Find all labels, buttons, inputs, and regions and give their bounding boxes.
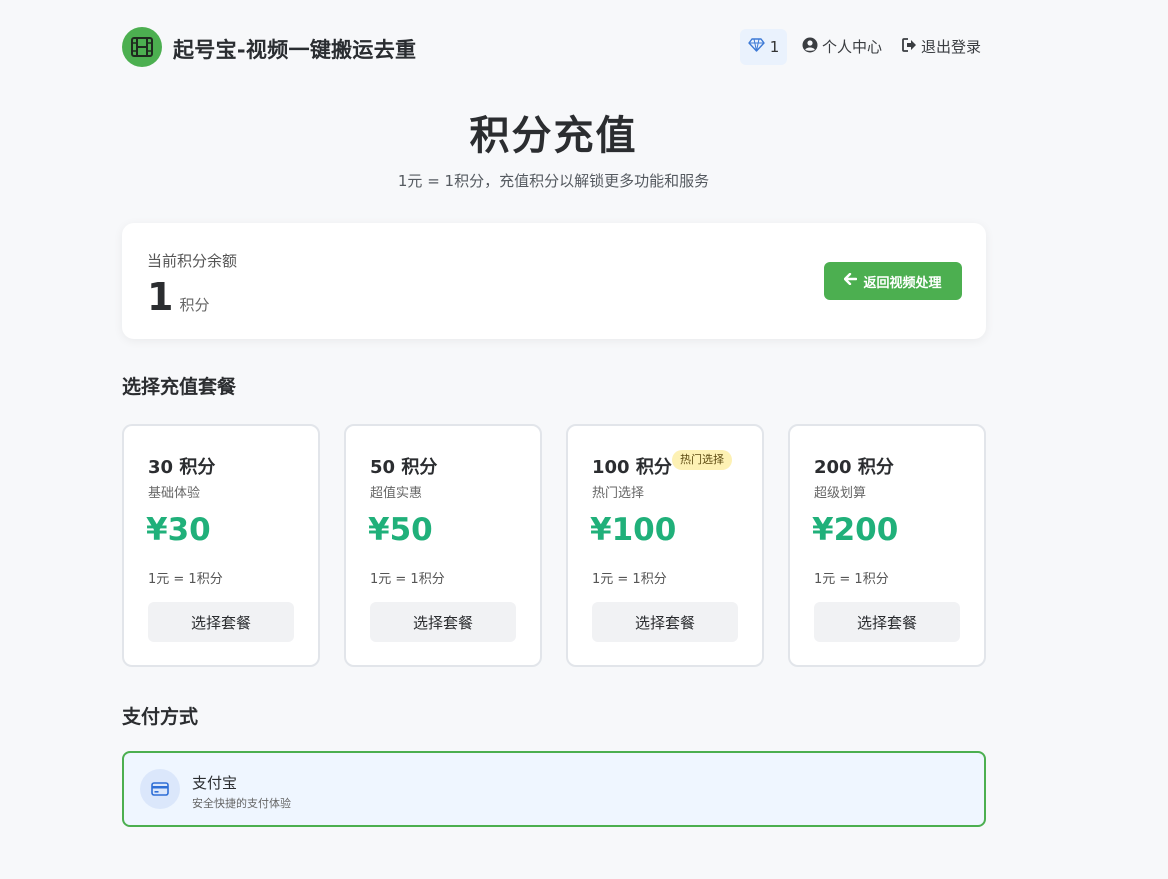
package-price: ¥50 — [368, 512, 433, 548]
payment-method-desc: 安全快捷的支付体验 — [192, 797, 291, 810]
film-icon[interactable] — [122, 27, 162, 67]
balance-label: 当前积分余额 — [147, 252, 238, 270]
payment-section-title: 支付方式 — [122, 706, 199, 728]
arrow-left-icon — [844, 272, 858, 289]
package-rate: 1元 = 1积分 — [148, 572, 223, 587]
sign-out-icon — [902, 37, 917, 56]
user-circle-icon — [802, 37, 818, 57]
payment-method-name: 支付宝 — [192, 774, 238, 792]
package-desc: 热门选择 — [592, 486, 645, 501]
package-desc: 基础体验 — [148, 486, 201, 501]
package-price: ¥30 — [146, 512, 211, 548]
points-chip[interactable]: 1 — [740, 29, 787, 65]
package-price: ¥200 — [812, 512, 899, 548]
back-to-video-button[interactable]: 返回视频处理 — [824, 262, 962, 300]
package-card-50[interactable]: 50 积分 超值实惠 ¥50 1元 = 1积分 选择套餐 — [344, 424, 542, 667]
credit-card-icon — [140, 769, 180, 809]
balance-number: 1 — [147, 275, 174, 319]
package-card-30[interactable]: 30 积分 基础体验 ¥30 1元 = 1积分 选择套餐 — [122, 424, 320, 667]
balance-unit: 积分 — [179, 296, 210, 314]
package-rate: 1元 = 1积分 — [592, 572, 667, 587]
package-rate: 1元 = 1积分 — [814, 572, 889, 587]
package-desc: 超值实惠 — [370, 486, 423, 501]
profile-link[interactable]: 个人中心 — [802, 36, 882, 57]
package-card-100[interactable]: 100 积分 热门选择 热门选择 ¥100 1元 = 1积分 选择套餐 — [566, 424, 764, 667]
payment-method-alipay[interactable]: 支付宝 安全快捷的支付体验 — [122, 751, 986, 827]
select-package-button[interactable]: 选择套餐 — [814, 602, 960, 642]
page-title: 积分充值 — [469, 113, 638, 159]
packages-section-title: 选择充值套餐 — [122, 376, 237, 398]
package-card-200[interactable]: 200 积分 超级划算 ¥200 1元 = 1积分 选择套餐 — [788, 424, 986, 667]
popular-badge: 热门选择 — [672, 450, 732, 470]
balance-card: 当前积分余额 1 积分 返回视频处理 — [122, 223, 986, 339]
logout-label: 退出登录 — [921, 38, 982, 56]
package-desc: 超级划算 — [814, 486, 867, 501]
top-header: 起号宝-视频一键搬运去重 1 个人中心 退出登录 — [122, 26, 986, 68]
package-rate: 1元 = 1积分 — [370, 572, 445, 587]
page-subtitle: 1元 = 1积分，充值积分以解锁更多功能和服务 — [397, 172, 710, 190]
balance-value: 1 积分 — [147, 275, 209, 319]
package-name: 200 积分 — [814, 457, 894, 478]
profile-label: 个人中心 — [822, 38, 883, 56]
select-package-button[interactable]: 选择套餐 — [592, 602, 738, 642]
app-title: 起号宝-视频一键搬运去重 — [173, 38, 417, 62]
package-price: ¥100 — [590, 512, 677, 548]
gem-icon — [748, 38, 765, 56]
select-package-button[interactable]: 选择套餐 — [148, 602, 294, 642]
package-name: 100 积分 — [592, 457, 672, 478]
package-name: 30 积分 — [148, 457, 216, 478]
points-count: 1 — [769, 38, 780, 56]
back-button-label: 返回视频处理 — [863, 275, 942, 291]
select-package-button[interactable]: 选择套餐 — [370, 602, 516, 642]
logout-link[interactable]: 退出登录 — [902, 36, 981, 57]
page: 起号宝-视频一键搬运去重 1 个人中心 退出登录 积分充值 1元 = 1积分，充… — [0, 0, 1168, 879]
package-name: 50 积分 — [370, 457, 438, 478]
